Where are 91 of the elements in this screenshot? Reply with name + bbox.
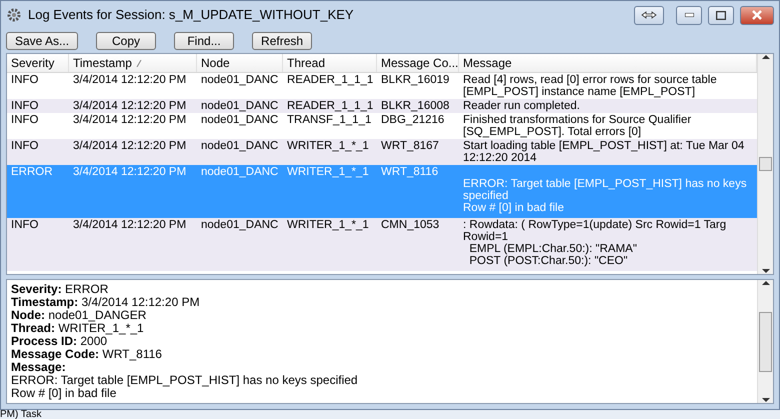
sort-icon xyxy=(136,60,142,66)
column-header[interactable]: Severity xyxy=(7,54,69,72)
table-row[interactable]: INFO 3/4/2014 12:12:20 PM node01_DANC READER_1_1_1 BLKR_16008 Reader run completed. xyxy=(7,99,757,113)
scrollbar[interactable] xyxy=(757,54,773,274)
switch-button[interactable] xyxy=(634,6,664,24)
table-cell-text: node01_DANC xyxy=(200,139,280,154)
table-cell-text: ERROR: Target table [EMPL_POST_HIST] has no keys xyxy=(463,178,748,190)
minimize-icon xyxy=(684,13,694,17)
table-cell-text: TRANSF_1_1_1 xyxy=(286,113,372,128)
table-cell-text: node01_DANC xyxy=(200,99,280,113)
minimize-button[interactable] xyxy=(676,6,702,24)
window-title: Log Events for Session: s_M_UPDATE_WITHOUT_KEY xyxy=(28,6,355,24)
detail-label: Message Code: xyxy=(11,347,100,361)
table-cell-text: INFO xyxy=(10,99,40,113)
table-cell-text: node01_DANC xyxy=(200,113,280,128)
gear-icon xyxy=(6,7,22,23)
column-header[interactable]: Message Co... xyxy=(377,54,459,72)
table-cell-text: [EMPL_POST] instance name [EMPL_POST] xyxy=(463,86,696,98)
table-cell-text: INFO xyxy=(10,218,40,233)
detail-label: Thread: xyxy=(11,321,56,335)
column-header[interactable]: Node xyxy=(197,54,283,72)
table-cell-text: Read [4] rows, read [0] error rows for source table xyxy=(463,74,718,86)
table-cell-text: EMPL (EMPL:Char.50:): "RAMA" xyxy=(468,243,638,255)
close-icon xyxy=(752,10,762,20)
toolbar-button[interactable]: Copy xyxy=(96,32,156,50)
table-cell-text: 3/4/2014 12:12:20 PM xyxy=(72,113,188,128)
scroll-thumb[interactable] xyxy=(759,312,772,372)
detail-message: Row # [0] in bad file xyxy=(11,387,118,400)
detail-value: ERROR xyxy=(65,282,108,296)
detail-message: ERROR: Target table [EMPL_POST_HIST] has no keys specified xyxy=(11,374,359,387)
table-cell-text: Finished transformations for Source Qualifier xyxy=(463,114,692,126)
table-cell-text: POST (POST:Char.50:): "CEO" xyxy=(468,255,629,267)
table-cell-text: specified xyxy=(463,190,510,202)
table-row[interactable]: INFO 3/4/2014 12:12:20 PM node01_DANC WRITER_1_*_1 CMN_1053 : Rowdata: ( RowType=1(update) Src Rowid=1 Targ Rowid=1 EMPL (EMPL:Char.50:): "RAMA" POST (POST:Char.50:): "CEO" xyxy=(7,218,757,271)
table-cell-text: BLKR_16019 xyxy=(380,73,450,88)
detail-label: Severity: xyxy=(11,282,62,296)
table-cell-text: Reader run completed. xyxy=(463,100,581,112)
detail-value: 3/4/2014 12:12:20 PM xyxy=(81,295,200,309)
table-cell-text: INFO xyxy=(10,73,40,88)
table-cell-text: CMN_1053 xyxy=(380,218,440,233)
detail-label: Process ID: xyxy=(11,334,78,348)
toolbar-button[interactable]: Save As... xyxy=(6,32,78,50)
table-cell-text: 3/4/2014 12:12:20 PM xyxy=(72,165,188,180)
down-arrow-icon xyxy=(762,398,770,403)
table-cell-text: Row # [0] in bad file xyxy=(463,202,566,214)
detail-label: Message: xyxy=(11,360,66,374)
scrollbar[interactable] xyxy=(757,280,773,403)
detail-value: WRT_8116 xyxy=(102,347,162,361)
maximize-icon xyxy=(716,10,726,20)
toolbar-button[interactable]: Refresh xyxy=(252,32,312,50)
table-cell-text: WRITER_1_*_1 xyxy=(286,165,370,180)
table-cell-text: 12:12:20 2014 xyxy=(463,152,538,164)
detail-value: 2000 xyxy=(80,334,108,348)
table-cell-text: BLKR_16008 xyxy=(380,99,450,113)
toolbar-button[interactable]: Find... xyxy=(174,32,234,50)
column-header[interactable]: Timestamp xyxy=(73,54,132,72)
table-cell-text: DBG_21216 xyxy=(380,113,446,128)
double-arrow-icon xyxy=(641,11,657,19)
table-cell-text: 3/4/2014 12:12:20 PM xyxy=(72,73,188,88)
scroll-thumb[interactable] xyxy=(759,157,772,171)
table-cell-text: ERROR xyxy=(10,165,54,180)
table-cell-text: WRITER_1_*_1 xyxy=(286,139,370,154)
table-cell-text: Rowid=1 xyxy=(463,231,510,243)
table-cell-text: WRT_8167 xyxy=(380,139,440,154)
table-cell-text: Start loading table [EMPL_POST_HIST] at: Tue Mar 04 xyxy=(463,140,746,152)
table-cell-text: WRT_8116 xyxy=(380,165,440,180)
detail-value: node01_DANGER xyxy=(48,308,146,322)
close-button[interactable] xyxy=(740,6,774,24)
taskbar-text: PM) Task xyxy=(0,410,42,419)
up-arrow-icon xyxy=(762,54,770,59)
table-cell-text: INFO xyxy=(10,113,40,128)
detail-value: WRITER_1_*_1 xyxy=(58,321,144,335)
table-cell-text: WRITER_1_*_1 xyxy=(286,218,370,233)
detail-label: Timestamp: xyxy=(11,295,78,309)
down-arrow-icon xyxy=(762,269,770,274)
table-cell-text: node01_DANC xyxy=(200,73,280,88)
maximize-button[interactable] xyxy=(708,6,734,24)
table-cell-text: node01_DANC xyxy=(200,218,280,233)
table-cell-text: : Rowdata: ( RowType=1(update) Src Rowid=1 Targ xyxy=(463,219,728,231)
detail-label: Node: xyxy=(11,308,45,322)
table-cell-text: READER_1_1_1 xyxy=(286,99,374,113)
table-cell-text: [SQ_EMPL_POST]. Total errors [0] xyxy=(463,126,642,138)
table-cell-text: 3/4/2014 12:12:20 PM xyxy=(72,99,188,113)
column-header[interactable]: Thread xyxy=(283,54,377,72)
table-cell-text: 3/4/2014 12:12:20 PM xyxy=(72,139,188,154)
table-cell-text: INFO xyxy=(10,139,40,154)
table-cell-text: 3/4/2014 12:12:20 PM xyxy=(72,218,188,233)
table-cell-text: node01_DANC xyxy=(200,165,280,180)
table-cell-text: READER_1_1_1 xyxy=(286,73,374,88)
up-arrow-icon xyxy=(762,280,770,285)
table-row[interactable]: INFO 3/4/2014 12:12:20 PM node01_DANC WRITER_1_*_1 WRT_8167 Start loading table [EMPL_POST_HIST] at: Tue Mar 04 12:12:20 2014 xyxy=(7,139,757,165)
